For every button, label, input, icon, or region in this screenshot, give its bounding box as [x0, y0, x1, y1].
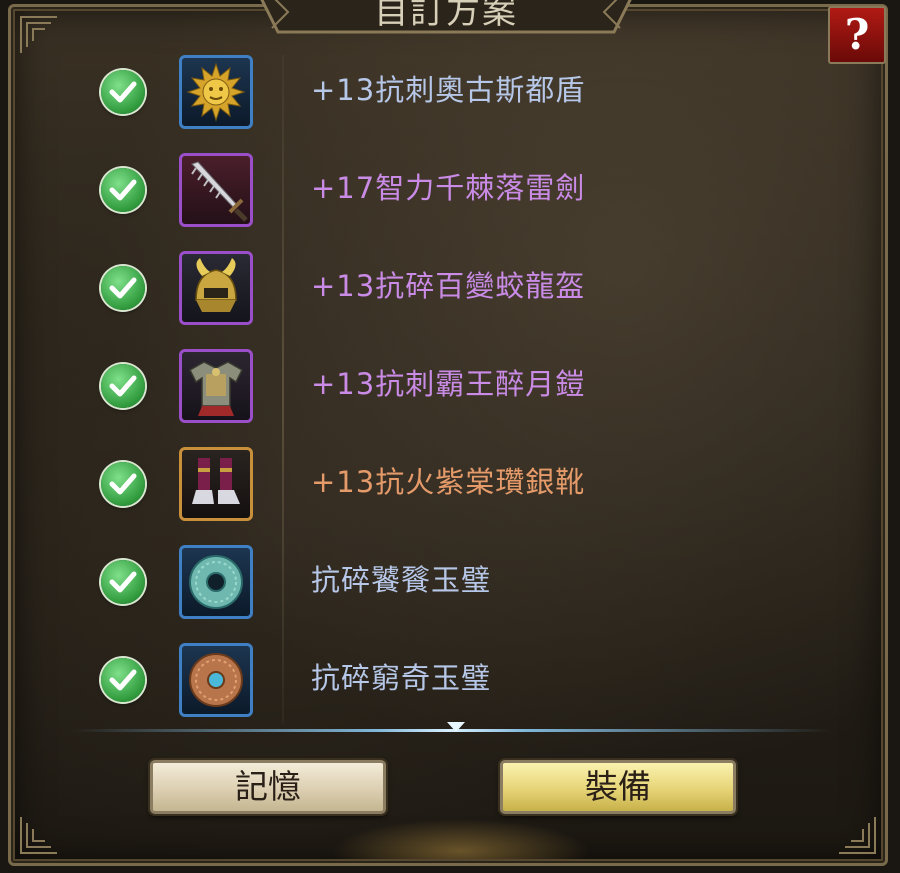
question-mark-icon: ?	[844, 10, 870, 59]
list-item[interactable]: 抗碎饕餮玉璧	[11, 535, 891, 633]
list-item[interactable]: +17智力千棘落雷劍	[11, 143, 891, 241]
check-icon[interactable]	[101, 560, 145, 604]
corner-ornament-icon	[17, 811, 63, 857]
button-glow	[331, 819, 591, 859]
dragon-helmet-icon[interactable]	[179, 251, 253, 325]
equip-button[interactable]: 裝備	[500, 760, 736, 814]
sun-shield-icon[interactable]	[179, 55, 253, 129]
corner-ornament-icon	[833, 811, 879, 857]
check-icon[interactable]	[101, 364, 145, 408]
boots-icon[interactable]	[179, 447, 253, 521]
check-icon[interactable]	[101, 462, 145, 506]
item-name: 抗碎饕餮玉璧	[311, 563, 492, 597]
check-icon[interactable]	[101, 266, 145, 310]
page-title: 自訂方案	[374, 0, 518, 32]
item-name: +13抗碎百變蛟龍盔	[311, 269, 586, 303]
memory-button[interactable]: 記憶	[150, 760, 386, 814]
list-item[interactable]: +13抗刺奧古斯都盾	[11, 45, 891, 143]
armor-icon[interactable]	[179, 349, 253, 423]
item-name: +13抗刺奧古斯都盾	[311, 73, 586, 107]
check-icon[interactable]	[101, 168, 145, 212]
custom-plan-panel: +13抗刺奧古斯都盾 +17智力千棘落雷劍 +13抗碎百變蛟龍盔 +13抗刺霸王…	[8, 4, 888, 866]
bronze-disc-icon[interactable]	[179, 643, 253, 717]
sword-icon[interactable]	[179, 153, 253, 227]
list-item[interactable]: +13抗碎百變蛟龍盔	[11, 241, 891, 339]
item-name: 抗碎窮奇玉璧	[311, 661, 492, 695]
check-icon[interactable]	[101, 658, 145, 702]
list-item[interactable]: +13抗火紫棠瓚銀靴	[11, 437, 891, 535]
item-name: +13抗火紫棠瓚銀靴	[311, 465, 586, 499]
item-name: +13抗刺霸王醉月鎧	[311, 367, 586, 401]
title-plate: 自訂方案	[258, 0, 634, 42]
item-name: +17智力千棘落雷劍	[311, 171, 586, 205]
check-icon[interactable]	[101, 70, 145, 114]
list-item[interactable]: 抗碎窮奇玉璧	[11, 633, 891, 731]
scroll-down-icon[interactable]	[447, 722, 465, 732]
help-button[interactable]: ?	[828, 6, 886, 64]
list-item[interactable]: +13抗刺霸王醉月鎧	[11, 339, 891, 437]
jade-disc-icon[interactable]	[179, 545, 253, 619]
